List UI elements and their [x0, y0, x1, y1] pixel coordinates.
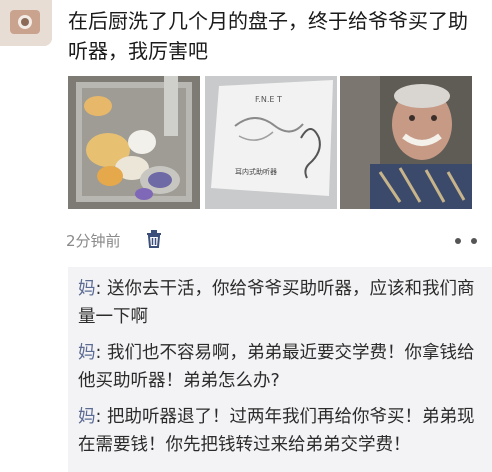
- comment-text: 把助听器退了！过两年我们再给你爷买！弟弟现在需要钱！你先把钱转过来给弟弟交学费！: [78, 407, 475, 455]
- grandpa-photo[interactable]: [340, 76, 472, 209]
- comment-item[interactable]: 妈: 把助听器退了！过两年我们再给你爷买！弟弟现在需要钱！你先把钱转过来给弟弟交…: [78, 403, 490, 459]
- comment-item[interactable]: 妈: 送你去干活，你给爷爷买助听器，应该和我们商量一下啊: [78, 275, 490, 331]
- comment-author[interactable]: 妈: [78, 407, 96, 427]
- box-label: 耳内式助听器: [235, 167, 277, 176]
- comment-section: 妈: 送你去干活，你给爷爷买助听器，应该和我们商量一下啊 妈: 我们也不容易啊，…: [68, 267, 492, 472]
- post-time: 2分钟前: [66, 232, 121, 250]
- comment-separator: :: [95, 279, 107, 299]
- comment-author[interactable]: 妈: [78, 343, 96, 363]
- post-text: 在后厨洗了几个月的盘子，终于给爷爷买了助听器，我厉害吧: [68, 9, 468, 63]
- comment-text: 我们也不容易啊，弟弟最近要交学费！你拿钱给他买助听器！弟弟怎么办?: [78, 343, 475, 391]
- comment-item[interactable]: 妈: 我们也不容易啊，弟弟最近要交学费！你拿钱给他买助听器！弟弟怎么办?: [78, 339, 490, 395]
- comment-separator: :: [95, 407, 107, 427]
- avatar[interactable]: [0, 0, 52, 46]
- more-icon[interactable]: [452, 232, 480, 244]
- trash-icon[interactable]: [146, 230, 162, 248]
- comment-author[interactable]: 妈: [78, 279, 96, 299]
- comment-separator: :: [95, 343, 107, 363]
- comment-text: 送你去干活，你给爷爷买助听器，应该和我们商量一下啊: [78, 279, 475, 327]
- kitchen-sink-photo[interactable]: [68, 76, 200, 209]
- svg-text:F.N.E T: F.N.E T: [255, 95, 282, 104]
- hearing-aid-box-photo[interactable]: F.N.E T 耳内式助听器: [205, 76, 337, 209]
